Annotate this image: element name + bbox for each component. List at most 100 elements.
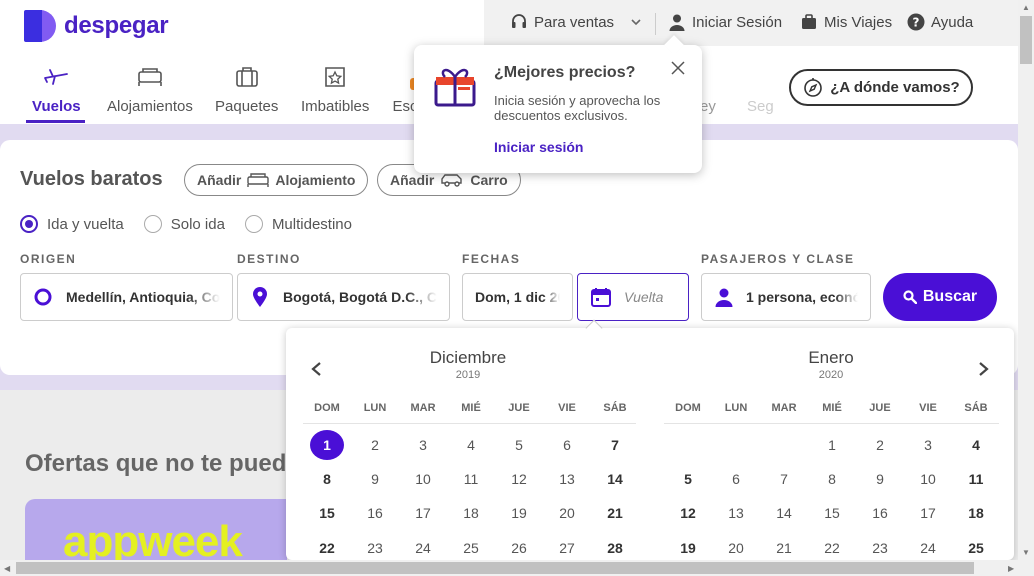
calendar-day[interactable]: 21 — [767, 533, 801, 560]
search-button[interactable]: Buscar — [883, 273, 997, 321]
radio[interactable] — [143, 215, 162, 233]
calendar-day[interactable]: 9 — [358, 464, 392, 494]
weekday-header: LUN — [724, 402, 748, 414]
origin-field[interactable]: Medellín, Antioquia, Colombia — [20, 273, 233, 321]
calendar-day[interactable]: 4 — [959, 430, 993, 460]
calendar-day[interactable]: 20 — [719, 533, 753, 560]
calendar-day[interactable]: 4 — [454, 430, 488, 460]
calendar-day[interactable]: 25 — [454, 533, 488, 560]
calendar-day[interactable]: 3 — [911, 430, 945, 460]
calendar-day[interactable]: 7 — [598, 430, 632, 460]
calendar-day[interactable]: 19 — [671, 533, 705, 560]
calendar-day[interactable]: 6 — [719, 464, 753, 494]
calendar-day[interactable]: 11 — [959, 464, 993, 494]
trip-roundtrip-label: Ida y vuelta — [47, 215, 124, 233]
vertical-scrollbar-thumb[interactable] — [1020, 16, 1032, 64]
month-january: Enero 2020 — [661, 348, 1001, 381]
logo[interactable]: despegar — [24, 10, 169, 42]
offers-heading: Ofertas que no te pued — [25, 450, 287, 477]
calendar-day[interactable]: 12 — [502, 464, 536, 494]
calendar-day[interactable]: 18 — [454, 498, 488, 528]
calendar-day[interactable]: 2 — [863, 430, 897, 460]
calendar-day[interactable]: 1 — [310, 430, 344, 460]
calendar-day[interactable]: 10 — [911, 464, 945, 494]
calendar-day[interactable]: 5 — [671, 464, 705, 494]
trip-roundtrip[interactable]: Ida y vuelta — [20, 215, 124, 233]
calendar-day[interactable]: 18 — [959, 498, 993, 528]
calendar-day[interactable]: 23 — [358, 533, 392, 560]
calendar-day[interactable]: 24 — [406, 533, 440, 560]
return-date-field[interactable]: Vuelta — [577, 273, 689, 321]
nav-packages-label: Paquetes — [215, 98, 279, 115]
destination-value: Bogotá, Bogotá D.C., Colombia — [283, 289, 437, 305]
weekday-header: DOM — [314, 402, 340, 414]
calendar-day[interactable]: 17 — [406, 498, 440, 528]
calendar-day[interactable]: 5 — [502, 430, 536, 460]
calendar-day[interactable]: 12 — [671, 498, 705, 528]
nav-money-label: ey — [700, 98, 716, 115]
my-trips-link[interactable]: Mis Viajes — [800, 13, 892, 31]
radio[interactable] — [244, 215, 263, 233]
calendar-day[interactable]: 15 — [815, 498, 849, 528]
calendar-day[interactable]: 1 — [815, 430, 849, 460]
calendar-day[interactable]: 23 — [863, 533, 897, 560]
calendar-day[interactable]: 16 — [358, 498, 392, 528]
where-to-button[interactable]: ¿A dónde vamos? — [789, 69, 973, 106]
destination-field[interactable]: Bogotá, Bogotá D.C., Colombia — [237, 273, 450, 321]
appweek-banner[interactable]: appweek — [25, 499, 287, 561]
scroll-down-icon[interactable]: ▼ — [1022, 548, 1030, 557]
sales-menu[interactable]: Para ventas — [510, 13, 642, 31]
calendar-day[interactable]: 22 — [815, 533, 849, 560]
calendar-day[interactable]: 13 — [550, 464, 584, 494]
trip-multidest[interactable]: Multidestino — [244, 215, 352, 233]
calendar-day[interactable]: 27 — [550, 533, 584, 560]
nav-deals[interactable]: Imbatibles — [301, 62, 369, 115]
calendar-day[interactable]: 20 — [550, 498, 584, 528]
calendar-day[interactable]: 8 — [815, 464, 849, 494]
nav-flights[interactable]: Vuelos — [32, 62, 81, 115]
calendar-day[interactable]: 3 — [406, 430, 440, 460]
popover-login-link[interactable]: Iniciar sesión — [494, 139, 583, 155]
calendar-day[interactable]: 17 — [911, 498, 945, 528]
calendar-day[interactable]: 11 — [454, 464, 488, 494]
calendar-day[interactable]: 6 — [550, 430, 584, 460]
calendar-day[interactable]: 21 — [598, 498, 632, 528]
radio-checked[interactable] — [20, 215, 38, 233]
calendar-day[interactable]: 15 — [310, 498, 344, 528]
calendar-day[interactable]: 25 — [959, 533, 993, 560]
calendar-day[interactable]: 8 — [310, 464, 344, 494]
nav-insurance[interactable]: Seg — [747, 62, 774, 115]
scroll-right-icon[interactable]: ▶ — [1008, 564, 1014, 573]
calendar-day[interactable]: 7 — [767, 464, 801, 494]
trip-oneway[interactable]: Solo ida — [143, 215, 225, 233]
add-hotel-button[interactable]: Añadir Alojamiento — [184, 164, 369, 196]
calendar-day[interactable]: 13 — [719, 498, 753, 528]
calendar-day[interactable]: 10 — [406, 464, 440, 494]
calendar-day[interactable]: 19 — [502, 498, 536, 528]
calendar-day[interactable]: 16 — [863, 498, 897, 528]
calendar-day[interactable]: 22 — [310, 533, 344, 560]
help-link[interactable]: ? Ayuda — [907, 13, 973, 31]
popover-body: Inicia sesión y aprovecha los descuentos… — [494, 93, 661, 123]
nav-hotels[interactable]: Alojamientos — [107, 62, 193, 115]
calendar-day[interactable]: 14 — [767, 498, 801, 528]
login-link[interactable]: Iniciar Sesión — [668, 13, 782, 31]
destination-label: DESTINO — [237, 252, 301, 266]
calendar-day[interactable]: 2 — [358, 430, 392, 460]
origin-circle-icon — [34, 288, 52, 306]
close-icon[interactable] — [670, 60, 686, 76]
calendar-day[interactable]: 9 — [863, 464, 897, 494]
calendar-day[interactable]: 26 — [502, 533, 536, 560]
calendar-day[interactable]: 24 — [911, 533, 945, 560]
calendar-day[interactable]: 14 — [598, 464, 632, 494]
scroll-left-icon[interactable]: ◀ — [4, 564, 10, 573]
nav-packages[interactable]: Paquetes — [215, 62, 278, 115]
vertical-scrollbar[interactable] — [1018, 0, 1034, 560]
nav-money[interactable]: ey — [700, 62, 716, 115]
calendar-day[interactable]: 28 — [598, 533, 632, 560]
scroll-up-icon[interactable]: ▲ — [1022, 3, 1030, 12]
departure-date-field[interactable]: Dom, 1 dic 2019 — [462, 273, 573, 321]
bed-icon — [247, 173, 270, 187]
horizontal-scrollbar-thumb[interactable] — [16, 562, 974, 574]
passengers-field[interactable]: 1 persona, económica — [701, 273, 871, 321]
